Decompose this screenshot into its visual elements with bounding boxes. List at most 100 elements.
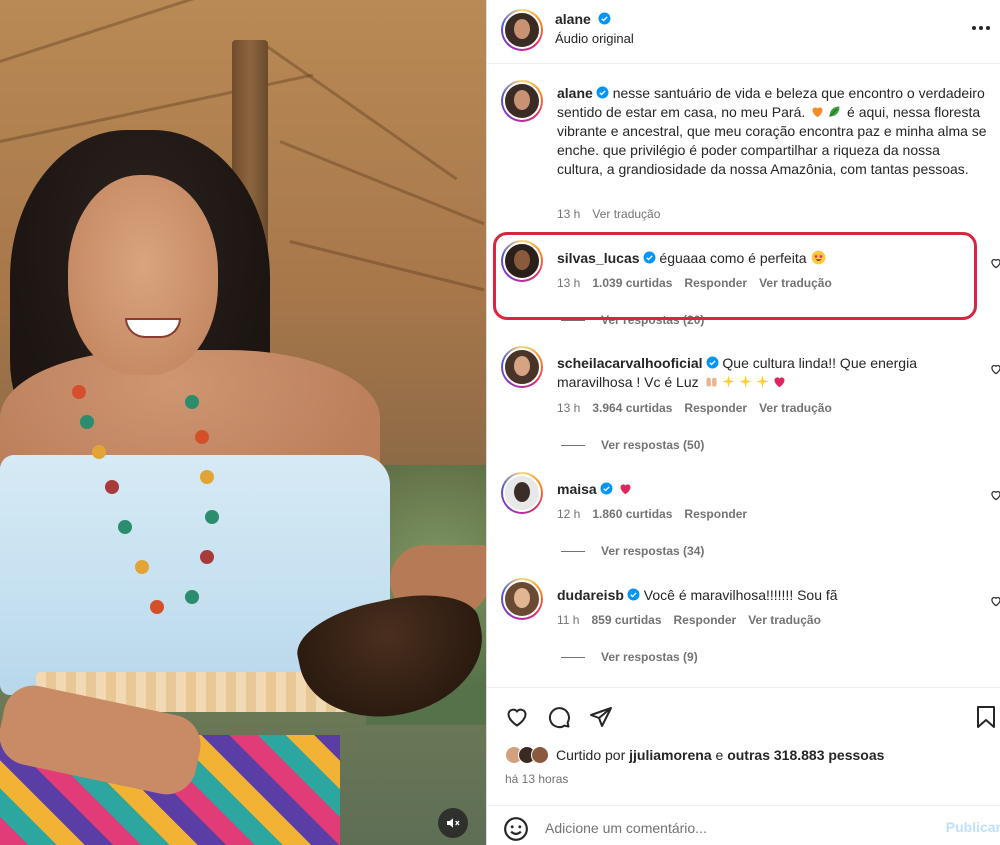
necklace-bead: [200, 550, 214, 564]
sparkles-icon: [721, 375, 735, 388]
caption-text: alane nesse santuário de vida e beleza q…: [557, 84, 987, 179]
like-button[interactable]: [504, 704, 530, 730]
avatar[interactable]: [501, 240, 543, 282]
comment-button[interactable]: [546, 704, 572, 730]
caption-time[interactable]: 13 h: [557, 207, 580, 221]
comment-body-line2: maravilhosa ! Vc é Luz: [557, 374, 699, 390]
comment-username[interactable]: scheilacarvalhooficial: [557, 355, 703, 371]
star-eyes-icon: [812, 250, 826, 265]
avatar[interactable]: [501, 9, 543, 51]
add-comment-bar: Publicar: [487, 805, 1000, 845]
necklace-bead: [72, 385, 86, 399]
verified-icon: [706, 356, 718, 369]
verified-icon: [627, 588, 640, 601]
avatar[interactable]: [501, 346, 543, 388]
comment-text: scheilacarvalhooficial Que cultura linda…: [557, 354, 987, 392]
roof-thatch: [259, 40, 458, 181]
comment-likes[interactable]: 1.860 curtidas: [592, 507, 672, 521]
sparkles-icon: [738, 375, 752, 388]
replies-label: Ver respostas (34): [601, 544, 705, 558]
comment-likes[interactable]: 859 curtidas: [591, 613, 661, 627]
translate-link[interactable]: Ver tradução: [592, 207, 660, 221]
post-header: alane Áudio original: [487, 0, 1000, 64]
likes-summary: Curtido por jjuliamorena e outras 318.88…: [505, 746, 884, 764]
orange-heart-icon: [812, 107, 823, 118]
raised-hands-icon: [706, 377, 717, 387]
comment-likes[interactable]: 1.039 curtidas: [592, 276, 672, 290]
comment-likes[interactable]: 3.964 curtidas: [592, 401, 672, 415]
reply-button[interactable]: Responder: [684, 276, 747, 290]
mute-icon: [447, 818, 460, 828]
caption-username[interactable]: alane: [557, 85, 593, 101]
view-replies-button[interactable]: Ver respostas (50): [561, 438, 704, 452]
avatar[interactable]: [501, 472, 543, 514]
share-button[interactable]: [588, 704, 614, 730]
like-comment-icon[interactable]: [989, 362, 1000, 376]
necklace-bead: [105, 480, 119, 494]
avatar[interactable]: [501, 80, 543, 122]
comment-text: maisa: [557, 480, 987, 499]
liked-user[interactable]: jjuliamorena: [629, 747, 711, 763]
necklace-bead: [185, 590, 199, 604]
reply-button[interactable]: Responder: [684, 507, 747, 521]
comment-username[interactable]: dudareisb: [557, 587, 624, 603]
woman-face: [68, 175, 218, 375]
replies-label: Ver respostas (50): [601, 438, 705, 452]
liked-prefix: Curtido por: [556, 747, 626, 763]
liker-avatar[interactable]: [531, 746, 549, 764]
comment-icon: [548, 707, 570, 729]
translate-link[interactable]: Ver tradução: [759, 276, 832, 290]
emoji-icon[interactable]: [503, 816, 529, 842]
translate-link[interactable]: Ver tradução: [748, 613, 821, 627]
replies-divider: [561, 656, 585, 658]
like-comment-icon[interactable]: [989, 594, 1000, 608]
caption: alane nesse santuário de vida e beleza q…: [501, 80, 991, 230]
red-heart-icon: [774, 377, 785, 388]
liked-others[interactable]: outras 318.883 pessoas: [727, 747, 884, 763]
necklace-bead: [185, 395, 199, 409]
avatar[interactable]: [501, 578, 543, 620]
comment-time[interactable]: 13 h: [557, 401, 580, 415]
caption-meta: 13 h Ver tradução: [557, 207, 660, 221]
save-button[interactable]: [973, 704, 999, 730]
comment-body: Você é maravilhosa!!!!!!! Sou fã: [643, 587, 838, 603]
comment-body: Que cultura linda!! Que energia: [722, 355, 917, 371]
necklace-bead: [205, 510, 219, 524]
comment-username[interactable]: maisa: [557, 481, 597, 497]
comment-time[interactable]: 13 h: [557, 276, 580, 290]
view-replies-button[interactable]: Ver respostas (34): [561, 544, 704, 558]
reply-button[interactable]: Responder: [684, 401, 747, 415]
likes-text: Curtido por jjuliamorena e outras 318.88…: [556, 747, 884, 763]
post-media[interactable]: [0, 0, 486, 845]
like-comment-icon[interactable]: [989, 256, 1000, 270]
necklace-bead: [135, 560, 149, 574]
view-replies-button[interactable]: Ver respostas (9): [561, 650, 698, 664]
comment-meta: 13 h 1.039 curtidas Responder Ver traduç…: [557, 276, 832, 290]
audio-label[interactable]: Áudio original: [555, 31, 634, 46]
comment-username[interactable]: silvas_lucas: [557, 250, 640, 266]
comment-time[interactable]: 12 h: [557, 507, 580, 521]
author-username[interactable]: alane: [555, 11, 591, 27]
verified-icon: [600, 482, 613, 495]
comment-time[interactable]: 11 h: [557, 613, 579, 627]
publish-button[interactable]: Publicar: [946, 819, 1000, 835]
necklace-bead: [195, 430, 209, 444]
verified-icon: [598, 12, 611, 25]
translate-link[interactable]: Ver tradução: [759, 401, 832, 415]
replies-label: Ver respostas (20): [601, 313, 705, 327]
post-time[interactable]: há 13 horas: [505, 772, 568, 786]
more-icon: [972, 26, 990, 30]
replies-divider: [561, 319, 585, 321]
mute-button[interactable]: [438, 808, 468, 838]
comment-meta: 12 h 1.860 curtidas Responder: [557, 507, 747, 521]
header-user: alane Áudio original: [555, 11, 634, 46]
necklace-bead: [80, 415, 94, 429]
comment-input[interactable]: [545, 816, 925, 840]
reply-button[interactable]: Responder: [674, 613, 737, 627]
red-heart-icon: [620, 484, 631, 495]
view-replies-button[interactable]: Ver respostas (20): [561, 313, 704, 327]
replies-divider: [561, 444, 585, 446]
like-comment-icon[interactable]: [989, 488, 1000, 502]
roof-thatch: [289, 240, 485, 292]
more-button[interactable]: [967, 16, 995, 40]
